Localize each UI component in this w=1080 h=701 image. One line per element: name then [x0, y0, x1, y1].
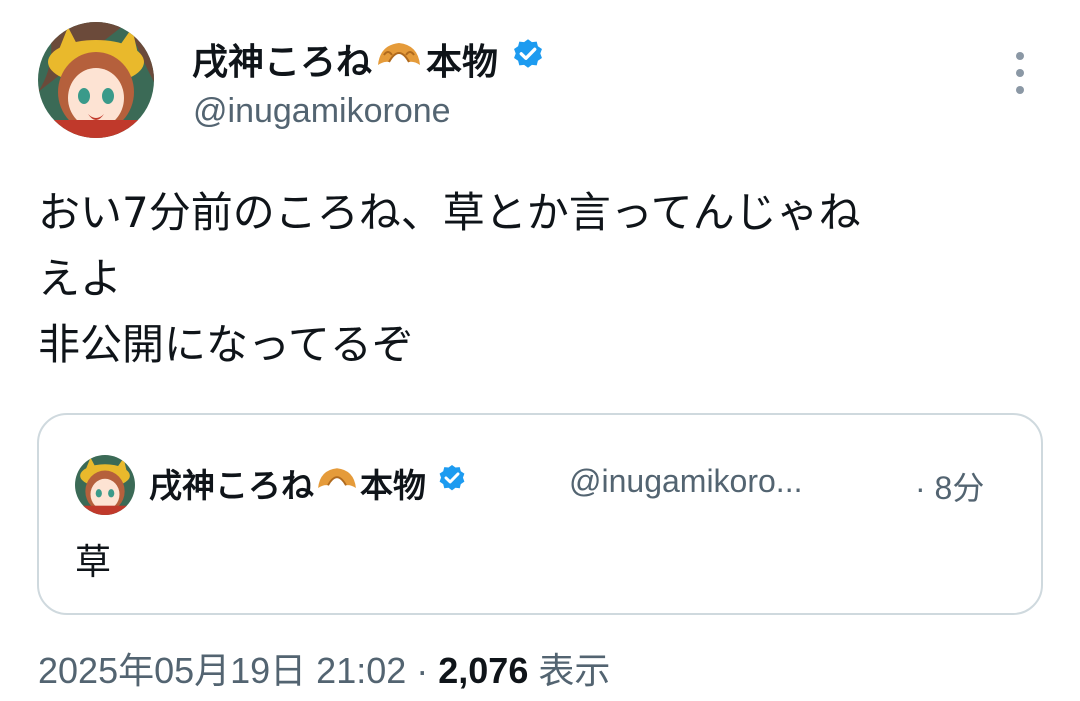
- more-options-icon[interactable]: [1007, 52, 1033, 94]
- quoted-handle: @inugamikoro...: [569, 463, 803, 499]
- author-display-name[interactable]: 戌神ころね 本物: [192, 33, 546, 85]
- display-name-text: 戌神ころね: [192, 42, 373, 83]
- verified-badge-icon: [436, 463, 468, 503]
- verified-badge-icon: [510, 37, 546, 82]
- views-count: 2,076: [438, 650, 529, 691]
- tweet-meta: 2025年05月19日 21:02 · 2,076 表示: [38, 642, 610, 694]
- quoted-display-name: 戌神ころね 本物: [149, 459, 468, 507]
- croissant-icon: [314, 461, 360, 505]
- tweet-text: おい7分前のころね、草とか言ってんじゃね えよ 非公開になってるぞ: [38, 188, 861, 369]
- author-avatar[interactable]: [38, 22, 154, 138]
- tweet-timestamp[interactable]: 2025年05月19日 21:02: [38, 650, 406, 691]
- more-dot: [1016, 69, 1024, 77]
- quoted-text: 草: [75, 542, 112, 583]
- more-dot: [1016, 52, 1024, 60]
- quoted-author-avatar: [75, 455, 135, 515]
- avatar-illustration: [38, 22, 154, 138]
- quoted-display-name-text: 戌神ころね: [149, 466, 314, 505]
- croissant-icon: [374, 35, 424, 84]
- quoted-time: · 8分: [915, 470, 985, 506]
- display-name-suffix: 本物: [426, 42, 499, 83]
- author-handle[interactable]: @inugamikorone: [193, 92, 451, 131]
- meta-separator: ·: [406, 650, 439, 691]
- avatar-illustration: [75, 455, 135, 515]
- quoted-tweet-card[interactable]: 戌神ころね 本物 @inugamikoro... · 8分 草: [37, 413, 1043, 615]
- more-dot: [1016, 86, 1024, 94]
- views-label: 表示: [528, 650, 611, 691]
- quoted-display-name-suffix: 本物: [360, 466, 426, 505]
